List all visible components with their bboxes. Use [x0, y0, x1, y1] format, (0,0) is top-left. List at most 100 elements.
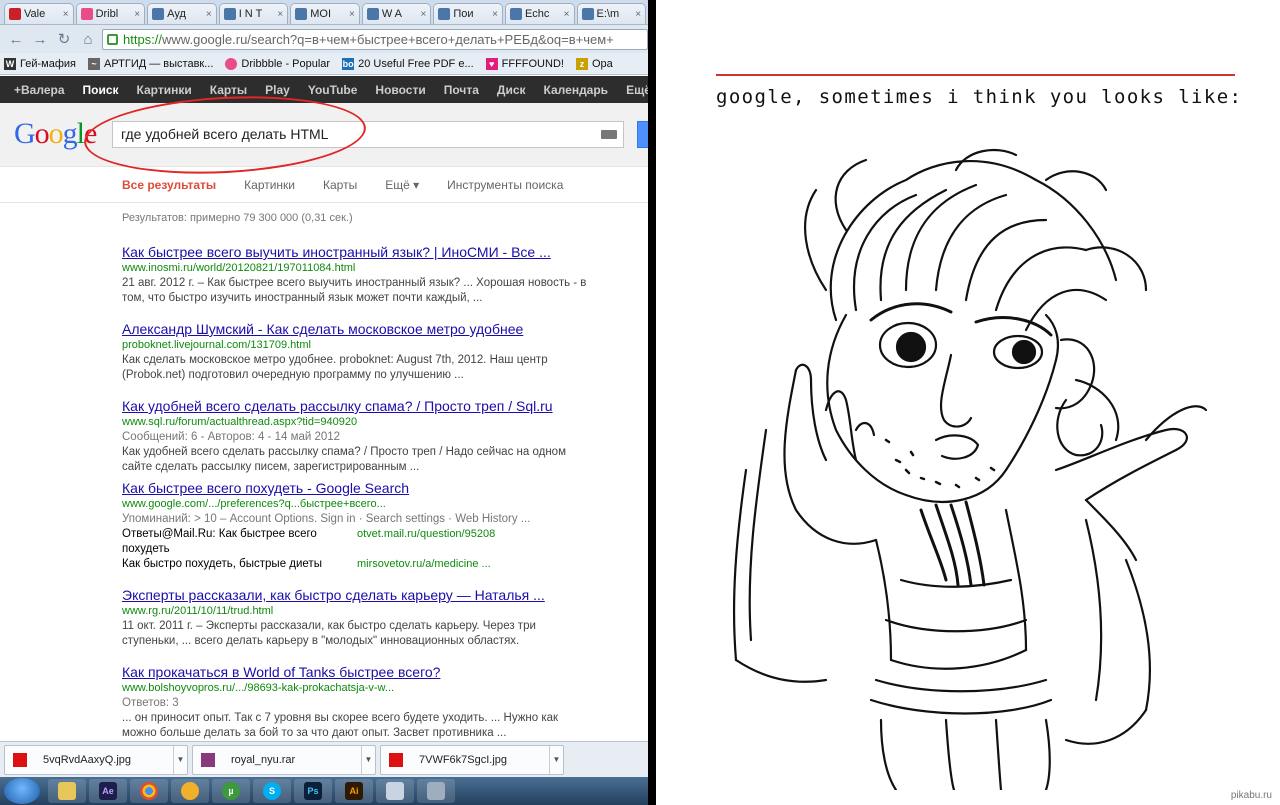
bookmark-item[interactable]: z Opa — [575, 57, 613, 70]
browser-tab[interactable]: Ауд × — [147, 3, 217, 24]
heart-icon: ♥ — [485, 57, 498, 70]
keyboard-icon[interactable] — [601, 130, 617, 139]
result-title-link[interactable]: Как удобней всего сделать рассылку спама… — [122, 397, 592, 415]
chevron-down-icon[interactable]: ▼ — [549, 745, 563, 774]
tab-all-results[interactable]: Все результаты — [122, 178, 216, 192]
skype-taskbar-button[interactable]: S — [253, 779, 291, 803]
bookmark-item[interactable]: ♥ FFFFOUND! — [485, 57, 564, 70]
result-item: Как быстрее всего похудеть - Google Sear… — [122, 479, 592, 572]
close-icon[interactable]: × — [421, 9, 427, 20]
explorer-taskbar-button[interactable] — [48, 779, 86, 803]
result-url: www.rg.ru/2011/10/11/trud.html — [122, 605, 274, 617]
wordpress-icon: W — [4, 57, 16, 70]
sub-link[interactable]: Ответы@Mail.Ru: Как быстрее всего похуде… — [122, 527, 357, 557]
tab-label: Пои — [453, 8, 474, 20]
result-title-link[interactable]: Александр Шумский - Как сделать московск… — [122, 320, 592, 338]
tab-search-tools[interactable]: Инструменты поиска — [447, 178, 563, 192]
gbar-news[interactable]: Новости — [375, 83, 425, 97]
calculator-taskbar-button[interactable] — [417, 779, 455, 803]
result-url: proboknet.livejournal.com/131709.html — [122, 339, 311, 351]
after-effects-taskbar-button[interactable]: Ae — [89, 779, 127, 803]
start-button[interactable] — [4, 778, 40, 804]
gbar-more[interactable]: Ещё — [626, 83, 648, 97]
result-snippet: Как удобней всего сделать рассылку спама… — [122, 446, 566, 473]
tab-favicon-icon — [152, 8, 165, 20]
chrome-taskbar-button[interactable] — [130, 779, 168, 803]
browser-tab[interactable]: E:\m × — [576, 3, 647, 24]
close-icon[interactable]: × — [349, 9, 355, 20]
result-title-link[interactable]: Как быстрее всего похудеть - Google Sear… — [122, 479, 592, 497]
reload-icon[interactable]: ↻ — [54, 29, 74, 49]
address-bar[interactable]: https:// www.google.ru/search?q=в+чем+бы… — [102, 28, 648, 50]
close-icon[interactable]: × — [134, 9, 140, 20]
tab-favicon-icon — [581, 8, 594, 20]
sub-links: Как быстро похудеть, быстрые диеты mirso… — [122, 557, 592, 572]
download-item[interactable]: 5vqRvdAaxyQ.jpg ▼ — [4, 744, 188, 775]
back-arrow-icon[interactable]: ← — [6, 29, 26, 49]
result-meta: Сообщений: 6 - Авторов: 4 - 14 май 2012 — [122, 431, 341, 443]
gbar-search[interactable]: Поиск — [83, 83, 119, 97]
browser-tab[interactable]: Dribl × — [75, 3, 146, 24]
close-icon[interactable]: × — [564, 9, 570, 20]
tab-label: Dribl — [95, 8, 119, 20]
tab-favicon-icon — [223, 8, 236, 20]
sub-links: Ответы@Mail.Ru: Как быстрее всего похуде… — [122, 527, 592, 557]
lock-icon — [107, 33, 118, 45]
app-taskbar-button[interactable] — [171, 779, 209, 803]
download-item[interactable]: royal_nyu.rar ▼ — [192, 744, 376, 775]
after-effects-icon: Ae — [99, 782, 117, 800]
result-title-link[interactable]: Эксперты рассказали, как быстро сделать … — [122, 586, 592, 604]
photoshop-taskbar-button[interactable]: Ps — [294, 779, 332, 803]
gbar-drive[interactable]: Диск — [497, 83, 526, 97]
close-icon[interactable]: × — [635, 9, 641, 20]
tab-label: E:\m — [596, 8, 620, 20]
result-title-link[interactable]: Как прокачаться в World of Tanks быстрее… — [122, 663, 592, 681]
tab-maps[interactable]: Карты — [323, 178, 357, 192]
gbar-images[interactable]: Картинки — [137, 83, 192, 97]
gbar-mail[interactable]: Почта — [444, 83, 479, 97]
bookmark-item[interactable]: W Гей-мафия — [4, 57, 76, 70]
result-snippet: 21 авг. 2012 г. – Как быстрее всего выуч… — [122, 277, 587, 304]
gbar-maps[interactable]: Карты — [210, 83, 247, 97]
close-icon[interactable]: × — [492, 9, 498, 20]
gbar-youtube[interactable]: YouTube — [308, 83, 358, 97]
tab-images[interactable]: Картинки — [244, 178, 295, 192]
pikabu-watermark: pikabu.ru — [1230, 790, 1272, 801]
browser-tab[interactable]: Vale × — [4, 3, 74, 24]
download-item[interactable]: 7VWF6k7SgcI.jpg ▼ — [380, 744, 564, 775]
caption-rule — [716, 74, 1235, 76]
gbar-calendar[interactable]: Календарь — [544, 83, 609, 97]
tab-favicon-icon — [509, 8, 522, 20]
home-icon[interactable]: ⌂ — [78, 29, 98, 49]
tab-label: Echc — [524, 8, 550, 20]
search-button[interactable] — [637, 121, 648, 148]
sub-link[interactable]: Как быстро похудеть, быстрые диеты — [122, 557, 357, 572]
photoshop-icon: Ps — [304, 782, 322, 800]
bookmark-item[interactable]: Dribbble - Popular — [225, 57, 330, 70]
chevron-down-icon[interactable]: ▼ — [361, 745, 375, 774]
illustrator-taskbar-button[interactable]: Ai — [335, 779, 373, 803]
close-icon[interactable]: × — [63, 9, 69, 20]
result-item: Как быстрее всего выучить иностранный яз… — [122, 243, 592, 306]
browser-tab[interactable]: Echc × — [504, 3, 575, 24]
tab-more[interactable]: Ещё ▾ — [385, 178, 419, 192]
browser-tab[interactable]: Пои × — [433, 3, 503, 24]
chevron-down-icon[interactable]: ▼ — [173, 745, 187, 774]
gbar-play[interactable]: Play — [265, 83, 290, 97]
browser-tab[interactable]: I N T × — [218, 3, 289, 24]
browser-tab[interactable]: W A × — [361, 3, 432, 24]
browser-tab[interactable]: MOI × — [290, 3, 360, 24]
utorrent-taskbar-button[interactable]: µ — [212, 779, 250, 803]
result-title-link[interactable]: Как быстрее всего выучить иностранный яз… — [122, 243, 592, 261]
result-snippet: ... он приносит опыт. Так с 7 уровня вы … — [122, 712, 559, 739]
gbar-user[interactable]: +Валера — [14, 83, 65, 97]
close-icon[interactable]: × — [206, 9, 212, 20]
bookmark-item[interactable]: ~ АРТГИД — выставк... — [87, 57, 213, 70]
google-black-bar: +Валера Поиск Картинки Карты Play YouTub… — [0, 76, 648, 103]
tab-favicon-icon — [9, 8, 21, 20]
document-taskbar-button[interactable] — [376, 779, 414, 803]
close-icon[interactable]: × — [277, 9, 283, 20]
bookmark-item[interactable]: bo 20 Useful Free PDF e... — [342, 57, 474, 70]
url-scheme: https:// — [123, 31, 163, 47]
forward-arrow-icon[interactable]: → — [30, 29, 50, 49]
